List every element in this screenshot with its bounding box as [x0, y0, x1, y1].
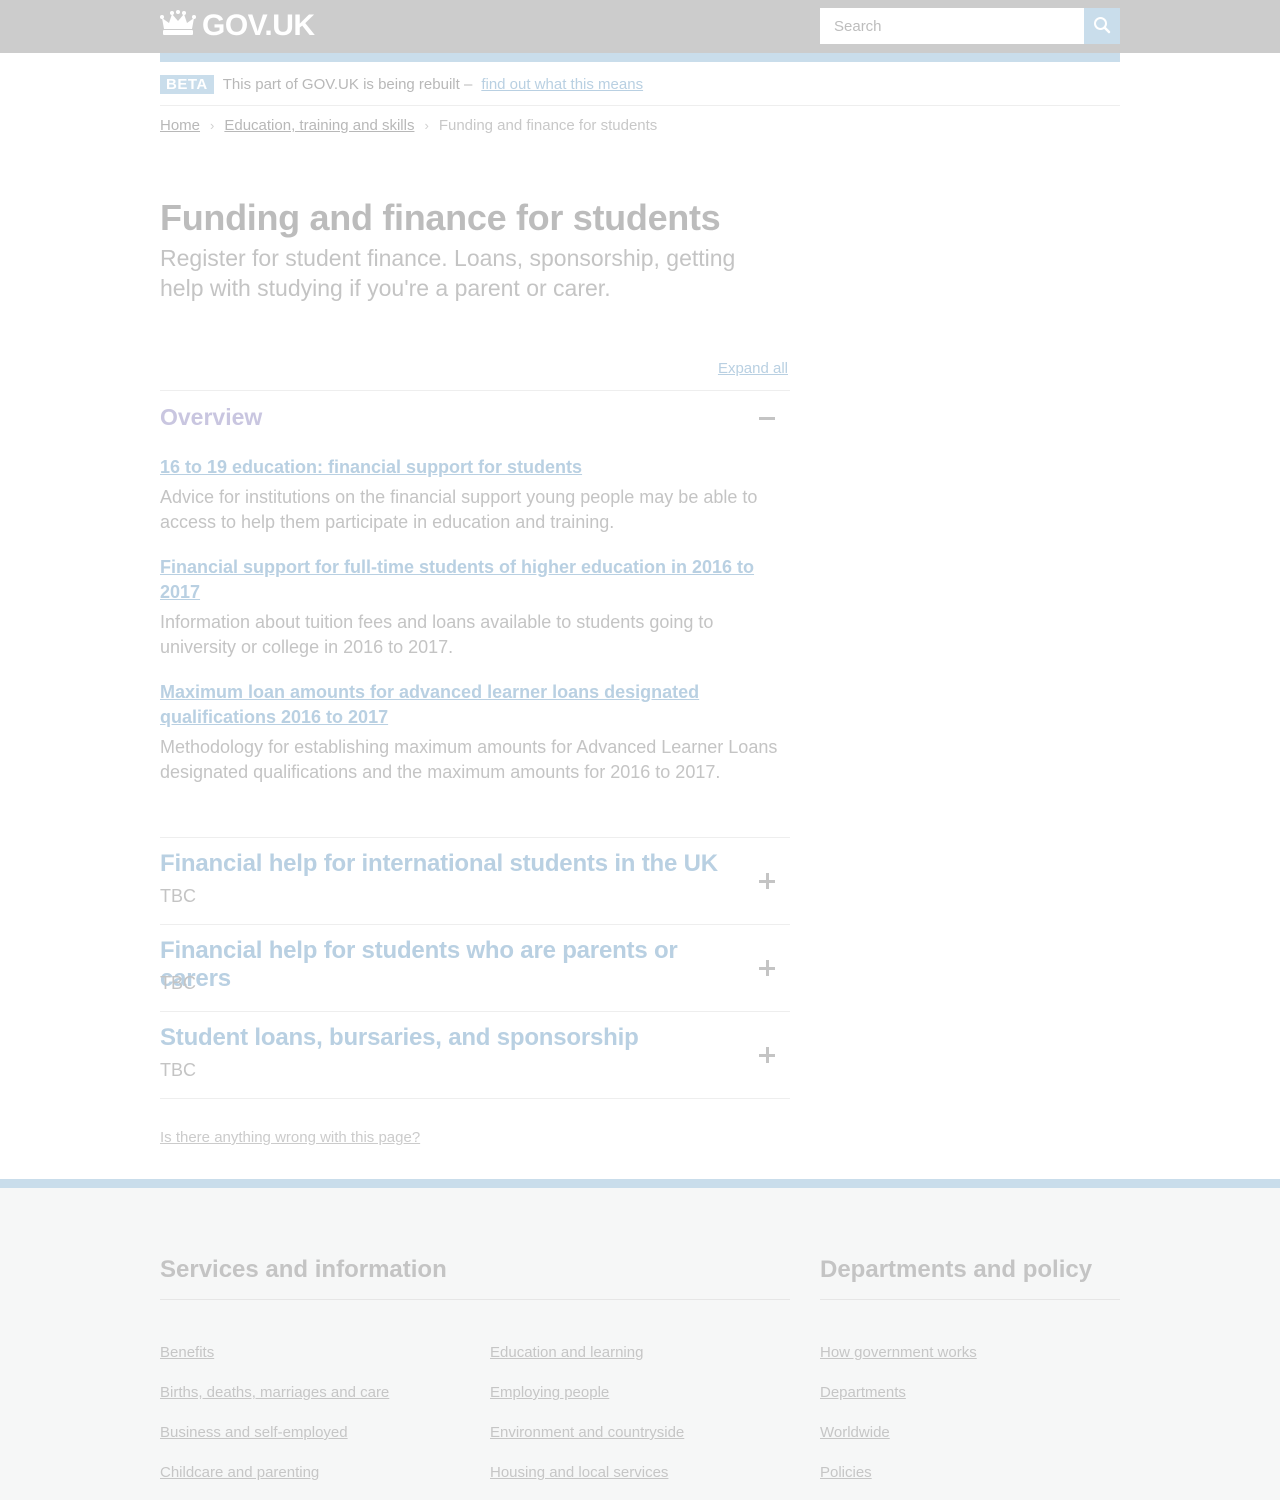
breadcrumb-current: Funding and finance for students — [438, 117, 658, 134]
section-title: Financial help for international student… — [160, 850, 718, 877]
divider — [160, 924, 790, 925]
section-title: Financial help for students who are pare… — [160, 937, 678, 992]
overview-item-description: Advice for institutions on the financial… — [160, 487, 758, 532]
plus-icon — [759, 873, 775, 889]
site-footer: Services and information Departments and… — [0, 1179, 1280, 1500]
divider — [160, 105, 1120, 106]
beta-tag: BETA — [160, 74, 214, 94]
footer-link[interactable]: Benefits — [160, 1344, 214, 1361]
section-subtitle: TBC — [160, 1060, 196, 1080]
search-input[interactable] — [820, 8, 1084, 44]
page-description: Register for student finance. Loans, spo… — [160, 245, 736, 301]
beta-banner: BETA This part of GOV.UK is being rebuil… — [160, 73, 643, 95]
divider — [820, 1299, 1120, 1300]
logo-text: GOV.UK — [202, 9, 315, 42]
section-title: Student loans, bursaries, and sponsorshi… — [160, 1024, 639, 1051]
crown-icon — [160, 9, 196, 43]
site-header: GOV.UK — [0, 0, 1280, 53]
footer-link[interactable]: Worldwide — [820, 1424, 890, 1441]
expand-all-button[interactable]: Expand all — [660, 360, 788, 377]
breadcrumb-education[interactable]: Education, training and skills — [224, 117, 414, 134]
footer-link[interactable]: Business and self-employed — [160, 1424, 348, 1441]
footer-link[interactable]: Employing people — [490, 1384, 609, 1401]
report-problem-link[interactable]: Is there anything wrong with this page? — [160, 1129, 420, 1146]
divider — [160, 1299, 790, 1300]
section-subtitle: TBC — [160, 886, 196, 906]
footer-link[interactable]: Childcare and parenting — [160, 1464, 319, 1481]
plus-icon — [759, 1047, 775, 1063]
footer-link[interactable]: Births, deaths, marriages and care — [160, 1384, 389, 1401]
chevron-right-icon: › — [210, 118, 215, 133]
breadcrumb-home[interactable]: Home — [160, 117, 200, 134]
plus-icon — [759, 960, 775, 976]
page-title: Funding and finance for students — [160, 197, 721, 238]
footer-services-heading: Services and information — [160, 1256, 447, 1283]
footer-link[interactable]: Departments — [820, 1384, 906, 1401]
footer-link[interactable]: Housing and local services — [490, 1464, 668, 1481]
beta-info-link[interactable]: find out what this means — [481, 76, 643, 93]
footer-link[interactable]: Environment and countryside — [490, 1424, 684, 1441]
overview-title: Overview — [160, 404, 263, 430]
search-button[interactable] — [1084, 8, 1120, 44]
minus-icon — [759, 417, 775, 420]
overview-item-link[interactable]: 16 to 19 education: financial support fo… — [160, 455, 780, 480]
section-subtitle: TBC — [160, 973, 196, 993]
overview-item-link[interactable]: Financial support for full-time students… — [160, 555, 780, 605]
chevron-right-icon: › — [424, 118, 429, 133]
divider — [160, 837, 790, 838]
govuk-logo[interactable]: GOV.UK — [160, 9, 315, 43]
divider — [160, 390, 790, 391]
overview-item-description: Information about tuition fees and loans… — [160, 612, 714, 657]
footer-link[interactable]: How government works — [820, 1344, 977, 1361]
header-accent-strip — [160, 53, 1120, 62]
breadcrumb: Home › Education, training and skills › … — [160, 117, 657, 134]
search-icon — [1093, 16, 1111, 37]
footer-link[interactable]: Policies — [820, 1464, 872, 1481]
overview-item-description: Methodology for establishing maximum amo… — [160, 737, 778, 782]
overview-item-link[interactable]: Maximum loan amounts for advanced learne… — [160, 680, 780, 730]
divider — [160, 1098, 790, 1099]
footer-link[interactable]: Education and learning — [490, 1344, 643, 1361]
footer-departments-heading: Departments and policy — [820, 1256, 1093, 1283]
divider — [160, 1011, 790, 1012]
beta-text: This part of GOV.UK is being rebuilt – — [222, 75, 473, 93]
